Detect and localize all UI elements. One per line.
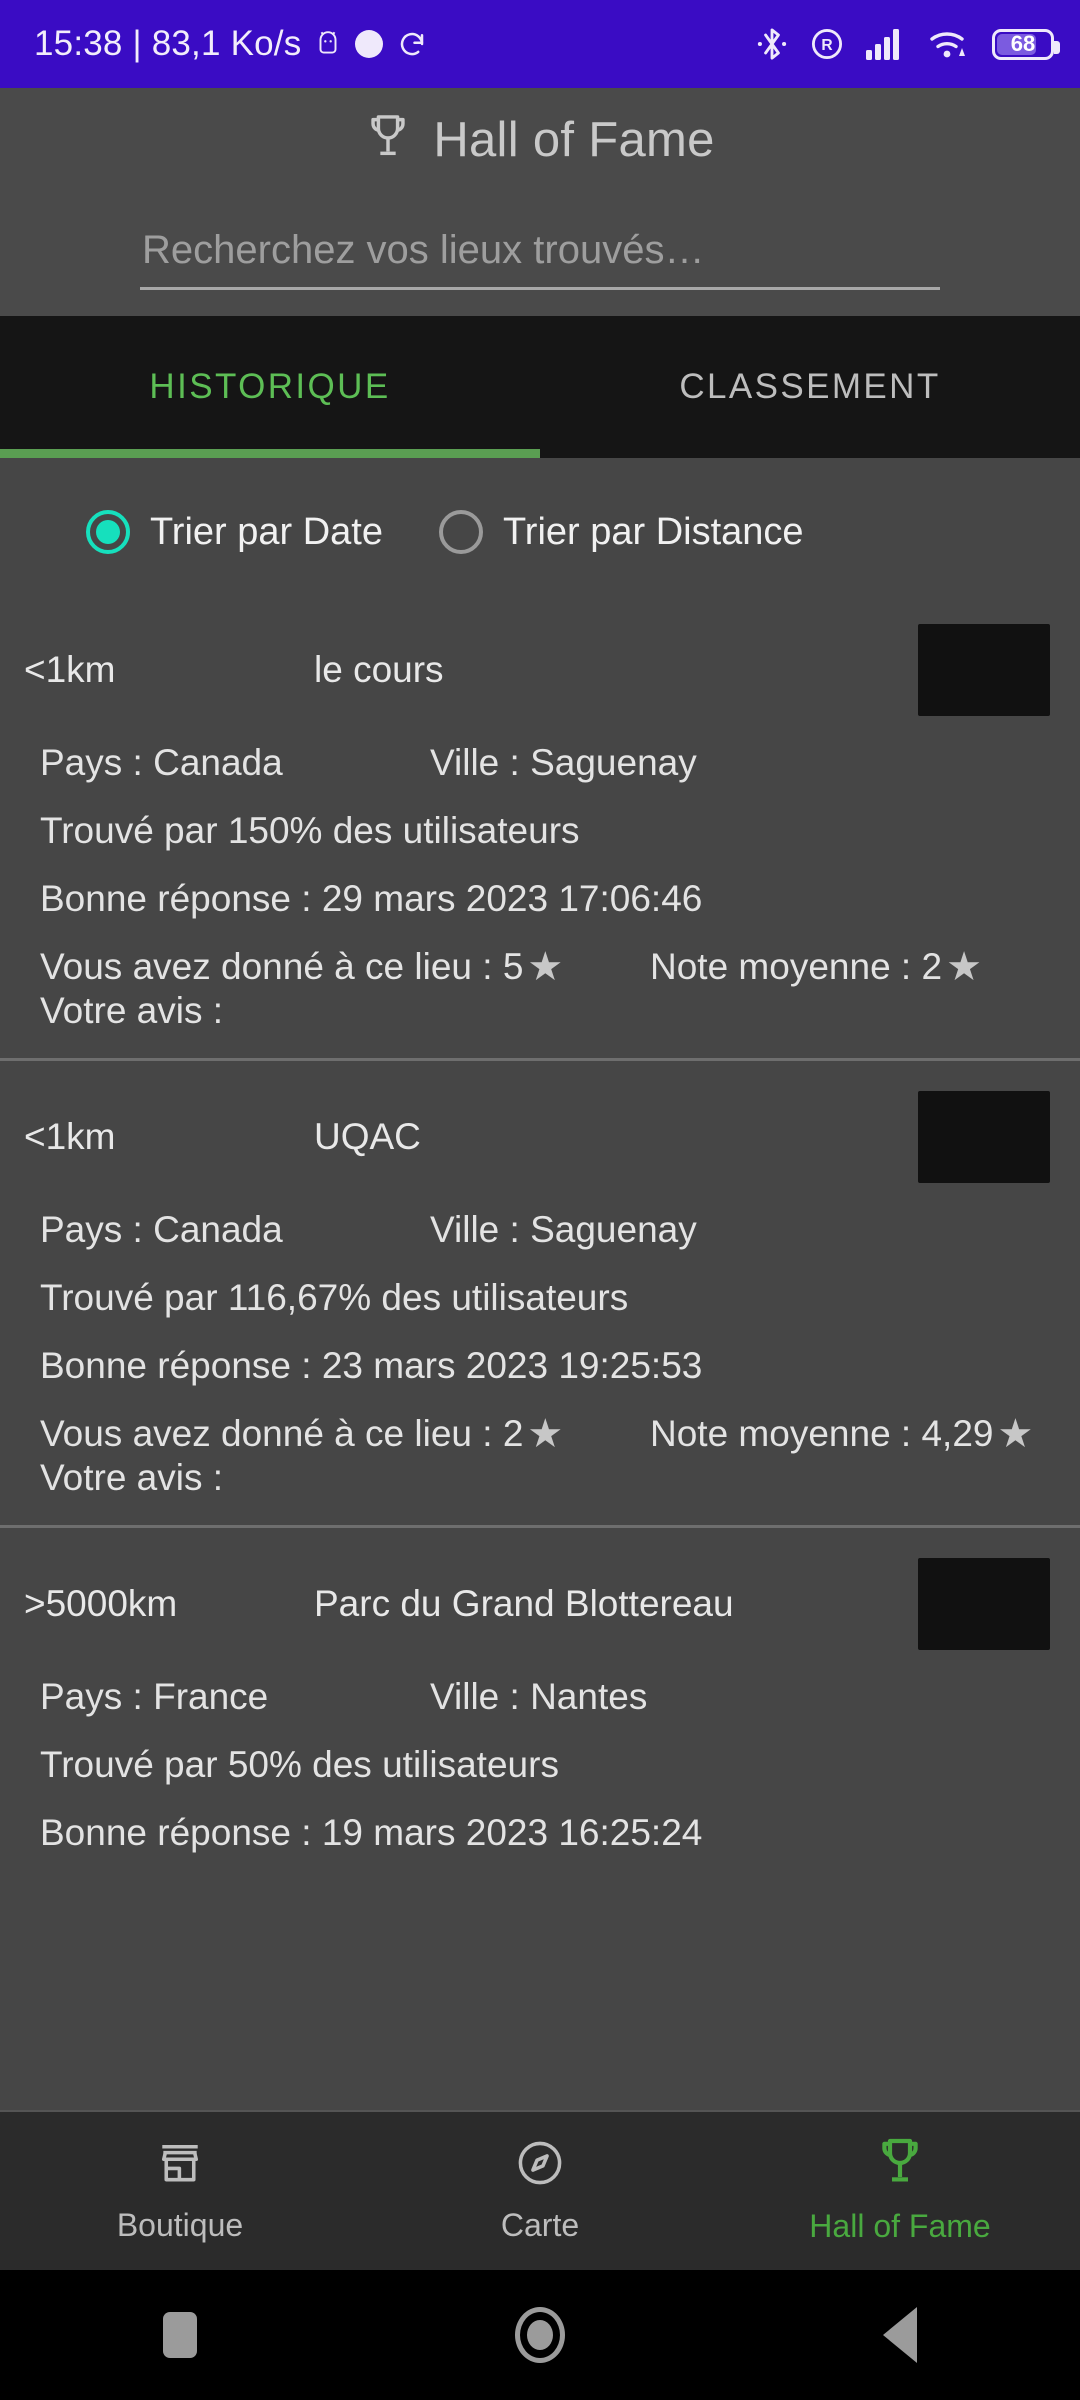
battery-percent-label: 68 <box>1010 31 1036 56</box>
place-city: Ville : Nantes <box>430 1676 648 1717</box>
tab-bar: HISTORIQUE CLASSEMENT <box>0 316 1080 458</box>
place-distance: >5000km <box>24 1583 178 1624</box>
place-average-rating: Note moyenne : 4,29 ★ <box>650 1413 1033 1455</box>
tab-historique[interactable]: HISTORIQUE <box>0 316 540 458</box>
star-icon: ★ <box>946 945 982 989</box>
wifi-icon <box>928 28 970 60</box>
star-icon: ★ <box>527 945 564 989</box>
roaming-r-icon: R <box>810 27 844 61</box>
status-bar-left: 15:38 | 83,1 Ko/s <box>34 24 427 64</box>
place-location-row: Pays : Canada Ville : Saguenay <box>40 742 1080 784</box>
tab-classement[interactable]: CLASSEMENT <box>540 316 1080 458</box>
place-rating-row: Vous avez donné à ce lieu : 2 ★ Note moy… <box>40 1413 1080 1455</box>
radio-distance-icon[interactable] <box>439 510 483 554</box>
place-average-rating-text: Note moyenne : 2 <box>650 946 943 987</box>
place-answer-date: Bonne réponse : 19 mars 2023 16:25:24 <box>40 1812 703 1853</box>
place-your-rating-text: Vous avez donné à ce lieu : 5 <box>40 946 524 987</box>
status-bar: 15:38 | 83,1 Ko/s R 68 <box>0 0 1080 88</box>
places-history-list[interactable]: <1km le cours Pays : Canada Ville : Sagu… <box>0 594 1080 2110</box>
android-system-navigation-bar <box>0 2270 1080 2400</box>
place-answer-date: Bonne réponse : 29 mars 2023 17:06:46 <box>40 878 703 919</box>
radio-trier-par-distance[interactable]: Trier par Distance <box>439 510 804 554</box>
place-city: Ville : Saguenay <box>430 742 697 783</box>
place-your-rating: Vous avez donné à ce lieu : 5 ★ <box>40 946 650 988</box>
square-recents-icon <box>163 2312 197 2358</box>
place-your-rating: Vous avez donné à ce lieu : 2 ★ <box>40 1413 650 1455</box>
nav-item-carte[interactable]: Carte <box>360 2112 720 2270</box>
place-country: Pays : Canada <box>40 1209 283 1250</box>
trophy-icon <box>875 2137 925 2194</box>
place-average-rating-text: Note moyenne : 4,29 <box>650 1413 994 1454</box>
place-name: le cours <box>314 649 444 690</box>
place-card[interactable]: <1km le cours Pays : Canada Ville : Sagu… <box>0 594 1080 1058</box>
sort-options-row: Trier par Date Trier par Distance <box>0 458 1080 594</box>
nav-label-hall-of-fame: Hall of Fame <box>809 2208 991 2244</box>
place-your-review-label: Votre avis : <box>40 990 224 1031</box>
place-your-rating-text: Vous avez donné à ce lieu : 2 <box>40 1413 524 1454</box>
place-thumbnail[interactable] <box>918 1558 1050 1650</box>
place-answer-date: Bonne réponse : 23 mars 2023 19:25:53 <box>40 1345 703 1386</box>
search-container <box>0 192 1080 316</box>
place-card-body: Pays : Canada Ville : Saguenay Trouvé pa… <box>0 742 1080 1058</box>
back-button[interactable] <box>720 2307 1080 2363</box>
sync-icon <box>397 29 427 59</box>
nav-label-carte: Carte <box>500 2207 580 2243</box>
home-button[interactable] <box>360 2307 720 2363</box>
page-title: Hall of Fame <box>433 113 715 167</box>
radio-distance-label: Trier par Distance <box>503 510 804 553</box>
nav-item-boutique[interactable]: Boutique <box>0 2112 360 2270</box>
place-found-by: Trouvé par 150% des utilisateurs <box>40 810 580 851</box>
place-card-header: >5000km Parc du Grand Blottereau <box>0 1528 1080 1676</box>
phone-screen: 15:38 | 83,1 Ko/s R 68 Hall of Fame Rech… <box>0 0 1080 2400</box>
place-location-row: Pays : Canada Ville : Saguenay <box>40 1209 1080 1251</box>
star-icon: ★ <box>997 1412 1034 1456</box>
place-location-row: Pays : France Ville : Nantes <box>40 1676 1080 1718</box>
place-card-header: <1km UQAC <box>0 1061 1080 1209</box>
bluetooth-icon <box>756 26 788 62</box>
white-circle-icon <box>355 30 384 58</box>
nav-label-boutique: Boutique <box>116 2207 244 2243</box>
triangle-back-icon <box>883 2307 917 2363</box>
place-found-by: Trouvé par 50% des utilisateurs <box>40 1744 559 1785</box>
signal-bars-icon <box>866 28 906 60</box>
place-distance: <1km <box>24 1116 116 1157</box>
place-average-rating: Note moyenne : 2 ★ <box>650 946 982 988</box>
trophy-icon <box>365 112 411 169</box>
place-name: Parc du Grand Blottereau <box>314 1583 734 1624</box>
place-country: Pays : France <box>40 1676 269 1717</box>
svg-text:R: R <box>821 37 832 54</box>
place-country: Pays : Canada <box>40 742 283 783</box>
recents-button[interactable] <box>0 2312 360 2358</box>
bottom-navigation-bar: Boutique Carte Hall of Fame <box>0 2110 1080 2270</box>
radio-date-icon[interactable] <box>86 510 130 554</box>
battery-icon: 68 <box>992 28 1060 60</box>
search-input[interactable] <box>140 228 940 290</box>
place-your-review-label: Votre avis : <box>40 1457 224 1498</box>
android-head-icon <box>315 29 341 59</box>
star-icon: ★ <box>527 1412 564 1456</box>
place-card-header: <1km le cours <box>0 594 1080 742</box>
tab-active-indicator <box>0 449 540 458</box>
circle-home-icon <box>515 2307 565 2363</box>
place-card[interactable]: <1km UQAC Pays : Canada Ville : Saguenay… <box>0 1058 1080 1525</box>
place-thumbnail[interactable] <box>918 1091 1050 1183</box>
status-clock-and-network-speed: 15:38 | 83,1 Ko/s <box>34 24 302 63</box>
place-thumbnail[interactable] <box>918 624 1050 716</box>
place-city: Ville : Saguenay <box>430 1209 697 1250</box>
place-card-body: Pays : France Ville : Nantes Trouvé par … <box>0 1676 1080 1906</box>
place-rating-row: Vous avez donné à ce lieu : 5 ★ Note moy… <box>40 946 1080 988</box>
place-card-body: Pays : Canada Ville : Saguenay Trouvé pa… <box>0 1209 1080 1525</box>
place-card[interactable]: >5000km Parc du Grand Blottereau Pays : … <box>0 1525 1080 1906</box>
nav-item-hall-of-fame[interactable]: Hall of Fame <box>720 2112 1080 2270</box>
place-distance: <1km <box>24 649 116 690</box>
radio-trier-par-date[interactable]: Trier par Date <box>86 510 383 554</box>
status-bar-right: R 68 <box>756 26 1060 62</box>
app-bar: Hall of Fame <box>0 88 1080 192</box>
compass-icon <box>515 2138 565 2193</box>
store-icon <box>155 2138 205 2193</box>
place-name: UQAC <box>314 1116 421 1157</box>
radio-date-label: Trier par Date <box>150 510 383 553</box>
place-found-by: Trouvé par 116,67% des utilisateurs <box>40 1277 629 1318</box>
